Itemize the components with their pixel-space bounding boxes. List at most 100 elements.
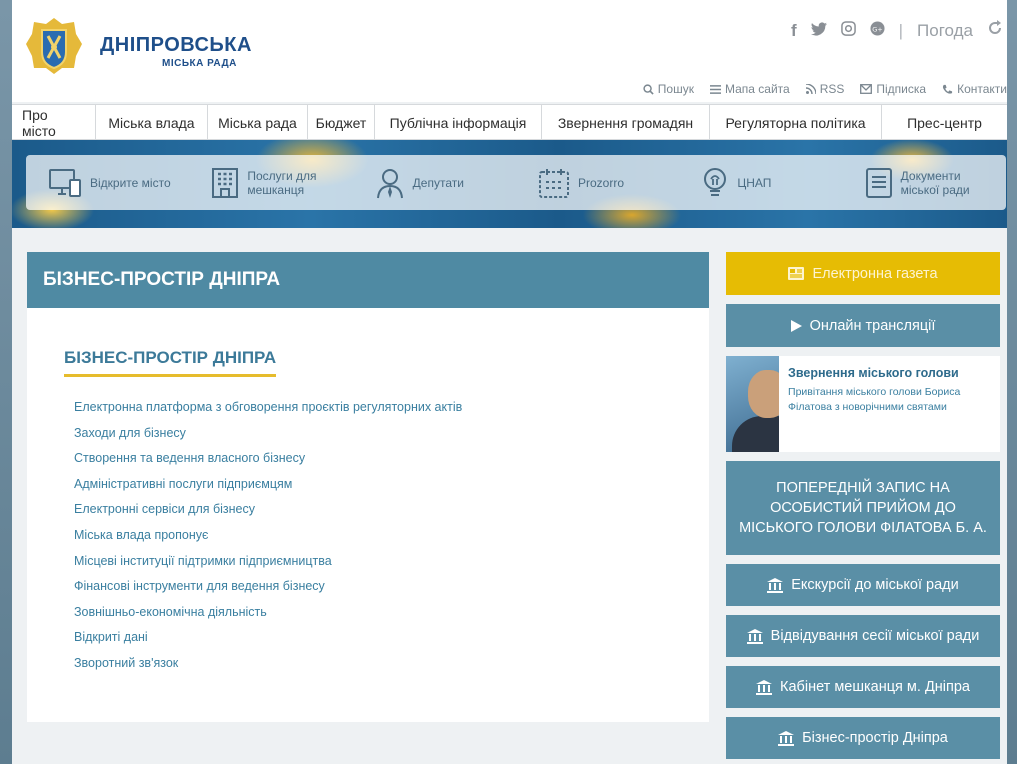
- page-title: БІЗНЕС-ПРОСТІР ДНІПРА: [27, 252, 709, 308]
- resident-cabinet-button[interactable]: Кабінет мешканця м. Дніпра: [726, 666, 1000, 708]
- subscribe-link[interactable]: Підписка: [860, 82, 926, 96]
- list-item-link[interactable]: Зовнішньо-економічна діяльність: [74, 600, 709, 626]
- contacts-label: Контакти: [957, 82, 1007, 96]
- session-visit-label: Відвідування сесії міської ради: [770, 628, 980, 644]
- content-body: БІЗНЕС-ПРОСТІР ДНІПРА Електронна платфор…: [27, 308, 709, 677]
- live-broadcast-label: Онлайн трансляції: [809, 317, 936, 334]
- quick-link-label: Prozorro: [577, 175, 624, 190]
- quick-link-council-documents[interactable]: Документи міської ради: [843, 155, 1006, 210]
- subscribe-label: Підписка: [876, 82, 927, 96]
- background-right: [1007, 0, 1017, 764]
- excursions-button[interactable]: Екскурсії до міської ради: [726, 564, 1000, 606]
- calendar-icon: [538, 168, 569, 198]
- twitter-icon[interactable]: [810, 21, 827, 41]
- mayor-address-title[interactable]: Звернення міського голови: [788, 366, 994, 380]
- mail-icon: [860, 84, 873, 94]
- facebook-icon[interactable]: f: [791, 21, 797, 41]
- list-item-link[interactable]: Зворотний зв'язок: [74, 651, 709, 677]
- list-item-link[interactable]: Відкриті дані: [74, 625, 709, 651]
- document-icon: [865, 167, 892, 198]
- quick-link-open-city[interactable]: Відкрите місто: [26, 155, 189, 210]
- person-icon: [376, 168, 403, 198]
- search-icon: [643, 83, 654, 95]
- utility-links: Пошук Мапа сайта RSS Підписка Контакти: [643, 82, 1007, 96]
- e-newspaper-button[interactable]: Електронна газета: [726, 252, 1000, 295]
- instagram-icon[interactable]: [840, 20, 856, 41]
- list-item-link[interactable]: Електронні сервіси для бізнесу: [74, 497, 709, 523]
- nav-item-citizens-appeals[interactable]: Звернення громадян: [542, 105, 710, 141]
- excursions-label: Екскурсії до міської ради: [791, 577, 959, 593]
- quick-link-label: Послуги для мешканця: [247, 168, 317, 197]
- separator: |: [898, 20, 904, 40]
- quick-link-label: Депутати: [412, 175, 464, 190]
- social-links: f G+ | Погода: [791, 20, 1003, 41]
- newspaper-icon: [788, 267, 805, 280]
- nav-item-city-council[interactable]: Міська рада: [208, 105, 308, 141]
- list-item-link[interactable]: Створення та ведення власного бізнесу: [74, 446, 709, 472]
- search-label: Пошук: [657, 82, 694, 96]
- sidebar: Електронна газета Онлайн трансляції Звер…: [726, 252, 1000, 764]
- nav-item-budget[interactable]: Бюджет: [308, 105, 375, 141]
- business-links-list: Електронна платформа з обговорення проєк…: [64, 395, 709, 677]
- weather-link[interactable]: Погода: [917, 21, 973, 41]
- sitemap-icon: [709, 84, 721, 94]
- phone-icon: [942, 84, 953, 94]
- quick-link-deputies[interactable]: Депутати: [353, 155, 516, 210]
- brand-subtitle: МІСЬКА РАДА: [162, 58, 237, 69]
- quick-link-label: ЦНАП: [737, 175, 772, 190]
- play-icon: [790, 319, 802, 332]
- background-left: [0, 0, 12, 764]
- appointment-button[interactable]: ПОПЕРЕДНІЙ ЗАПИС НА ОСОБИСТИЙ ПРИЙОМ ДО …: [726, 461, 1000, 555]
- resident-cabinet-label: Кабінет мешканця м. Дніпра: [780, 679, 970, 695]
- nav-item-regulatory-policy[interactable]: Регуляторна політика: [710, 105, 882, 141]
- rss-link[interactable]: RSS: [805, 82, 845, 96]
- quick-link-prozorro[interactable]: Prozorro: [516, 155, 679, 210]
- list-item-link[interactable]: Місцеві інституції підтримки підприємниц…: [74, 549, 709, 575]
- building-icon: [212, 167, 239, 198]
- city-coat-of-arms-logo[interactable]: [22, 14, 86, 78]
- sitemap-label: Мапа сайта: [724, 82, 790, 96]
- institution-icon: [778, 730, 795, 746]
- rss-label: RSS: [819, 82, 845, 96]
- monitor-icon: [49, 168, 81, 197]
- mayor-address-card[interactable]: Звернення міського голови Привітання міс…: [726, 356, 1000, 452]
- quick-link-label: Документи міської ради: [900, 168, 970, 197]
- quick-link-resident-services[interactable]: Послуги для мешканця: [189, 155, 352, 210]
- list-item-link[interactable]: Заходи для бізнесу: [74, 421, 709, 447]
- refresh-icon[interactable]: [987, 20, 1003, 41]
- rss-icon: [805, 84, 816, 94]
- mayor-photo: [726, 356, 780, 452]
- contacts-link[interactable]: Контакти: [942, 82, 1007, 96]
- list-item-link[interactable]: Міська влада пропонує: [74, 523, 709, 549]
- ornament-banner: Відкрите місто Послуги для мешканця Депу…: [12, 140, 1007, 228]
- list-item-link[interactable]: Адміністративні послуги підприємцям: [74, 472, 709, 498]
- nav-item-public-information[interactable]: Публічна інформація: [375, 105, 542, 141]
- quick-link-cnap[interactable]: ЦНАП: [679, 155, 842, 210]
- nav-item-city-authority[interactable]: Міська влада: [96, 105, 208, 141]
- mayor-address-text[interactable]: Привітання міського голови Бориса Філато…: [788, 385, 994, 415]
- page: ДНІПРОВСЬКА МІСЬКА РАДА f G+ | Погода По…: [12, 0, 1007, 764]
- nav-item-about-city[interactable]: Про місто: [12, 105, 96, 141]
- session-visit-button[interactable]: Відвідування сесії міської ради: [726, 615, 1000, 657]
- institution-icon: [767, 577, 784, 593]
- e-newspaper-label: Електронна газета: [812, 265, 938, 282]
- svg-text:G+: G+: [872, 25, 883, 33]
- business-space-label: Бізнес-простір Дніпра: [802, 730, 948, 746]
- business-space-button[interactable]: Бізнес-простір Дніпра: [726, 717, 1000, 759]
- search-link[interactable]: Пошук: [643, 82, 694, 96]
- list-item-link[interactable]: Фінансові інструменти для ведення бізнес…: [74, 574, 709, 600]
- content-card: БІЗНЕС-ПРОСТІР ДНІПРА БІЗНЕС-ПРОСТІР ДНІ…: [27, 252, 709, 722]
- institution-icon: [746, 628, 763, 644]
- list-item-link[interactable]: Електронна платформа з обговорення проєк…: [74, 395, 709, 421]
- brand-title[interactable]: ДНІПРОВСЬКА: [100, 34, 252, 57]
- quick-link-label: Відкрите місто: [90, 175, 171, 190]
- quick-links: Відкрите місто Послуги для мешканця Депу…: [26, 155, 1006, 210]
- google-plus-icon[interactable]: G+: [870, 20, 885, 41]
- live-broadcast-button[interactable]: Онлайн трансляції: [726, 304, 1000, 347]
- nav-item-press-center[interactable]: Прес-центр: [882, 105, 1007, 141]
- section-title: БІЗНЕС-ПРОСТІР ДНІПРА: [64, 348, 277, 377]
- sitemap-link[interactable]: Мапа сайта: [709, 82, 790, 96]
- bulb-icon: [704, 167, 727, 196]
- institution-icon: [756, 679, 773, 695]
- main-nav: Про місто Міська влада Міська рада Бюдже…: [12, 104, 1007, 141]
